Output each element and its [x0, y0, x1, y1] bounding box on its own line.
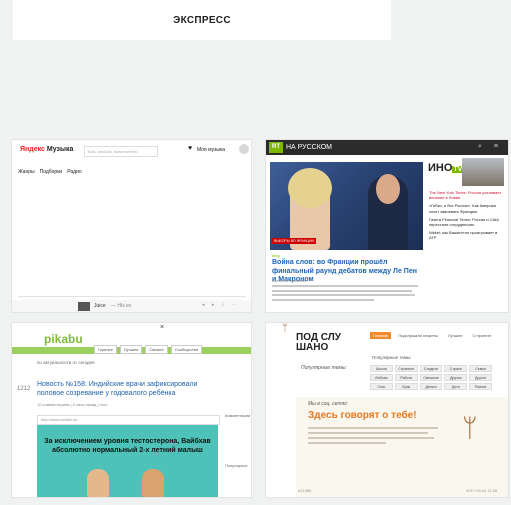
- avatar[interactable]: [239, 144, 249, 154]
- player-controls-icon[interactable]: ◂ ▸ ♪ ⋯: [202, 302, 240, 308]
- pikabu-tabs: Горячее Лучшее Свежее Сообщества: [94, 345, 202, 354]
- tab-communities[interactable]: Сообщества: [170, 345, 202, 354]
- cartoon-face: [142, 469, 164, 497]
- nav-about[interactable]: О проекте: [469, 332, 494, 339]
- tab-fresh[interactable]: Свежее: [145, 345, 168, 354]
- post-image-text: За исключением уровня тестостерона, Вайб…: [44, 438, 211, 454]
- topic-tag[interactable]: Странное: [394, 365, 418, 372]
- topic-tag[interactable]: Брак: [394, 383, 418, 390]
- cartoon-face: [87, 469, 109, 497]
- photo-caption: ВЫБОРЫ ВО ФРАНЦИИ: [272, 238, 316, 244]
- nav-secrets[interactable]: Подслушали секреты: [395, 332, 441, 339]
- post-date: 2017-05-04 11:58: [466, 488, 498, 493]
- player-track: Juice: [94, 303, 106, 309]
- divider: [18, 296, 246, 297]
- topic-tag[interactable]: Стыдное: [419, 365, 443, 372]
- track-cover: [78, 302, 90, 311]
- tile-podslushano[interactable]: ᛘ ПОД СЛУ ШАНО Популярные темы: Главная …: [266, 323, 508, 497]
- tile-rt[interactable]: RT НА РУССКОМ ⌕ ≡ ВЫБОРЫ ВО ФРАНЦИИ Мир …: [266, 140, 508, 312]
- banner-title: Здесь говорят о тебе!: [308, 410, 417, 421]
- podslushano-nav: Главная Подслушали секреты Лучшее О прое…: [370, 332, 494, 339]
- tile-pikabu[interactable]: × pikabu Горячее Лучшее Свежее Сообществ…: [12, 323, 251, 497]
- topic-tag[interactable]: Разное: [469, 383, 492, 390]
- tab-best[interactable]: Лучшее: [120, 345, 143, 354]
- banner-text-lines: [308, 427, 438, 447]
- topics-grid: Школа Странное Стыдное Страхи Семья Любо…: [370, 365, 492, 390]
- nav-best[interactable]: Лучшее: [445, 332, 465, 339]
- nav-genres[interactable]: Жанры: [18, 169, 35, 175]
- sort-filter[interactable]: по актуальности от сегодня: [37, 360, 95, 365]
- player-artist: — His ex: [111, 303, 132, 309]
- side-news-item[interactable]: «Гибко, и без России». Как Америка хочет…: [429, 203, 505, 213]
- news-author: Валерия Минаева: [272, 278, 306, 283]
- rt-title: НА РУССКОМ: [286, 144, 333, 151]
- post-title[interactable]: Новость №158: Индийские врачи зафиксиров…: [37, 381, 222, 398]
- page-header: ЭКСПРЕСС: [13, 0, 391, 40]
- post-source-url[interactable]: http://www.indiatv.in/...: [37, 415, 220, 425]
- nav-home[interactable]: Главная: [370, 332, 392, 339]
- topic-tag[interactable]: Секс: [370, 383, 393, 390]
- news-body-lines: [272, 285, 418, 303]
- news-photo[interactable]: ВЫБОРЫ ВО ФРАНЦИИ: [270, 162, 423, 250]
- search-input[interactable]: Трек, альбом, исполнитель: [84, 146, 158, 157]
- topic-tag[interactable]: Работа: [394, 374, 418, 381]
- topic-tag[interactable]: Друзья: [444, 374, 468, 381]
- topic-tag[interactable]: Деньги: [419, 383, 443, 390]
- topic-tag[interactable]: Школа: [370, 365, 393, 372]
- banner-subtitle: Мы в соц. сетях:: [308, 401, 349, 407]
- side-news-image[interactable]: [462, 158, 504, 186]
- yandex-music-logo: Яндекс Музыка: [20, 146, 74, 153]
- sidebar-comments: Комментарии: [225, 413, 251, 418]
- pikabu-logo: pikabu: [44, 332, 83, 346]
- close-icon[interactable]: ×: [160, 324, 164, 331]
- nav-radio[interactable]: Радио: [67, 169, 81, 175]
- rt-logo: RT: [269, 142, 283, 153]
- topic-tag[interactable]: Страхи: [444, 365, 468, 372]
- side-news-item[interactable]: Газета Financial Times: Россия и США пер…: [429, 217, 505, 227]
- topics-title: Популярные темы:: [372, 355, 412, 360]
- deer-icon: ᛘ: [282, 323, 288, 334]
- post-rating: 1212: [17, 386, 31, 392]
- deer-mascot-icon: ᛘ: [462, 413, 478, 443]
- topic-tag[interactable]: Смешное: [419, 374, 443, 381]
- menu-icon[interactable]: ⌕ ≡: [478, 143, 503, 151]
- side-news-list: The New York Times: Россия усиливает вли…: [429, 190, 505, 244]
- sidebar-popular: Популярное: [225, 463, 248, 468]
- section-title: ЭКСПРЕСС: [173, 14, 231, 26]
- person-head: [376, 174, 400, 204]
- podslushano-logo: ПОД СЛУ ШАНО: [296, 332, 341, 353]
- topic-tag[interactable]: Семья: [469, 365, 492, 372]
- heart-icon: ♥: [188, 145, 193, 152]
- tab-hot[interactable]: Горячее: [94, 345, 118, 354]
- side-news-item[interactable]: The New York Times: Россия усиливает вли…: [429, 190, 505, 200]
- tile-yandex-music[interactable]: Яндекс Музыка Трек, альбом, исполнитель …: [12, 140, 251, 312]
- post-meta: 10 комментариев | 4 часа назад | пост: [37, 402, 108, 407]
- person-head: [288, 168, 332, 208]
- my-music-link[interactable]: Моя музыка: [197, 147, 225, 153]
- post-image[interactable]: [37, 425, 218, 497]
- topic-tag[interactable]: Любовь: [370, 374, 393, 381]
- inotv-logo: ИНОTV: [428, 162, 464, 174]
- post-id: #21386: [298, 488, 312, 493]
- news-category: Мир: [272, 253, 280, 258]
- topic-tag[interactable]: Дети: [444, 383, 468, 390]
- topic-tag[interactable]: Другое: [469, 374, 492, 381]
- side-news-item[interactable]: Nikkei: как Вашингтон проигрывает в АТР: [429, 230, 505, 240]
- nav-collections[interactable]: Подборки: [40, 169, 63, 175]
- yandex-music-nav: Жанры Подборки Радио: [18, 169, 82, 175]
- logo-subtitle: Популярные темы:: [301, 365, 347, 371]
